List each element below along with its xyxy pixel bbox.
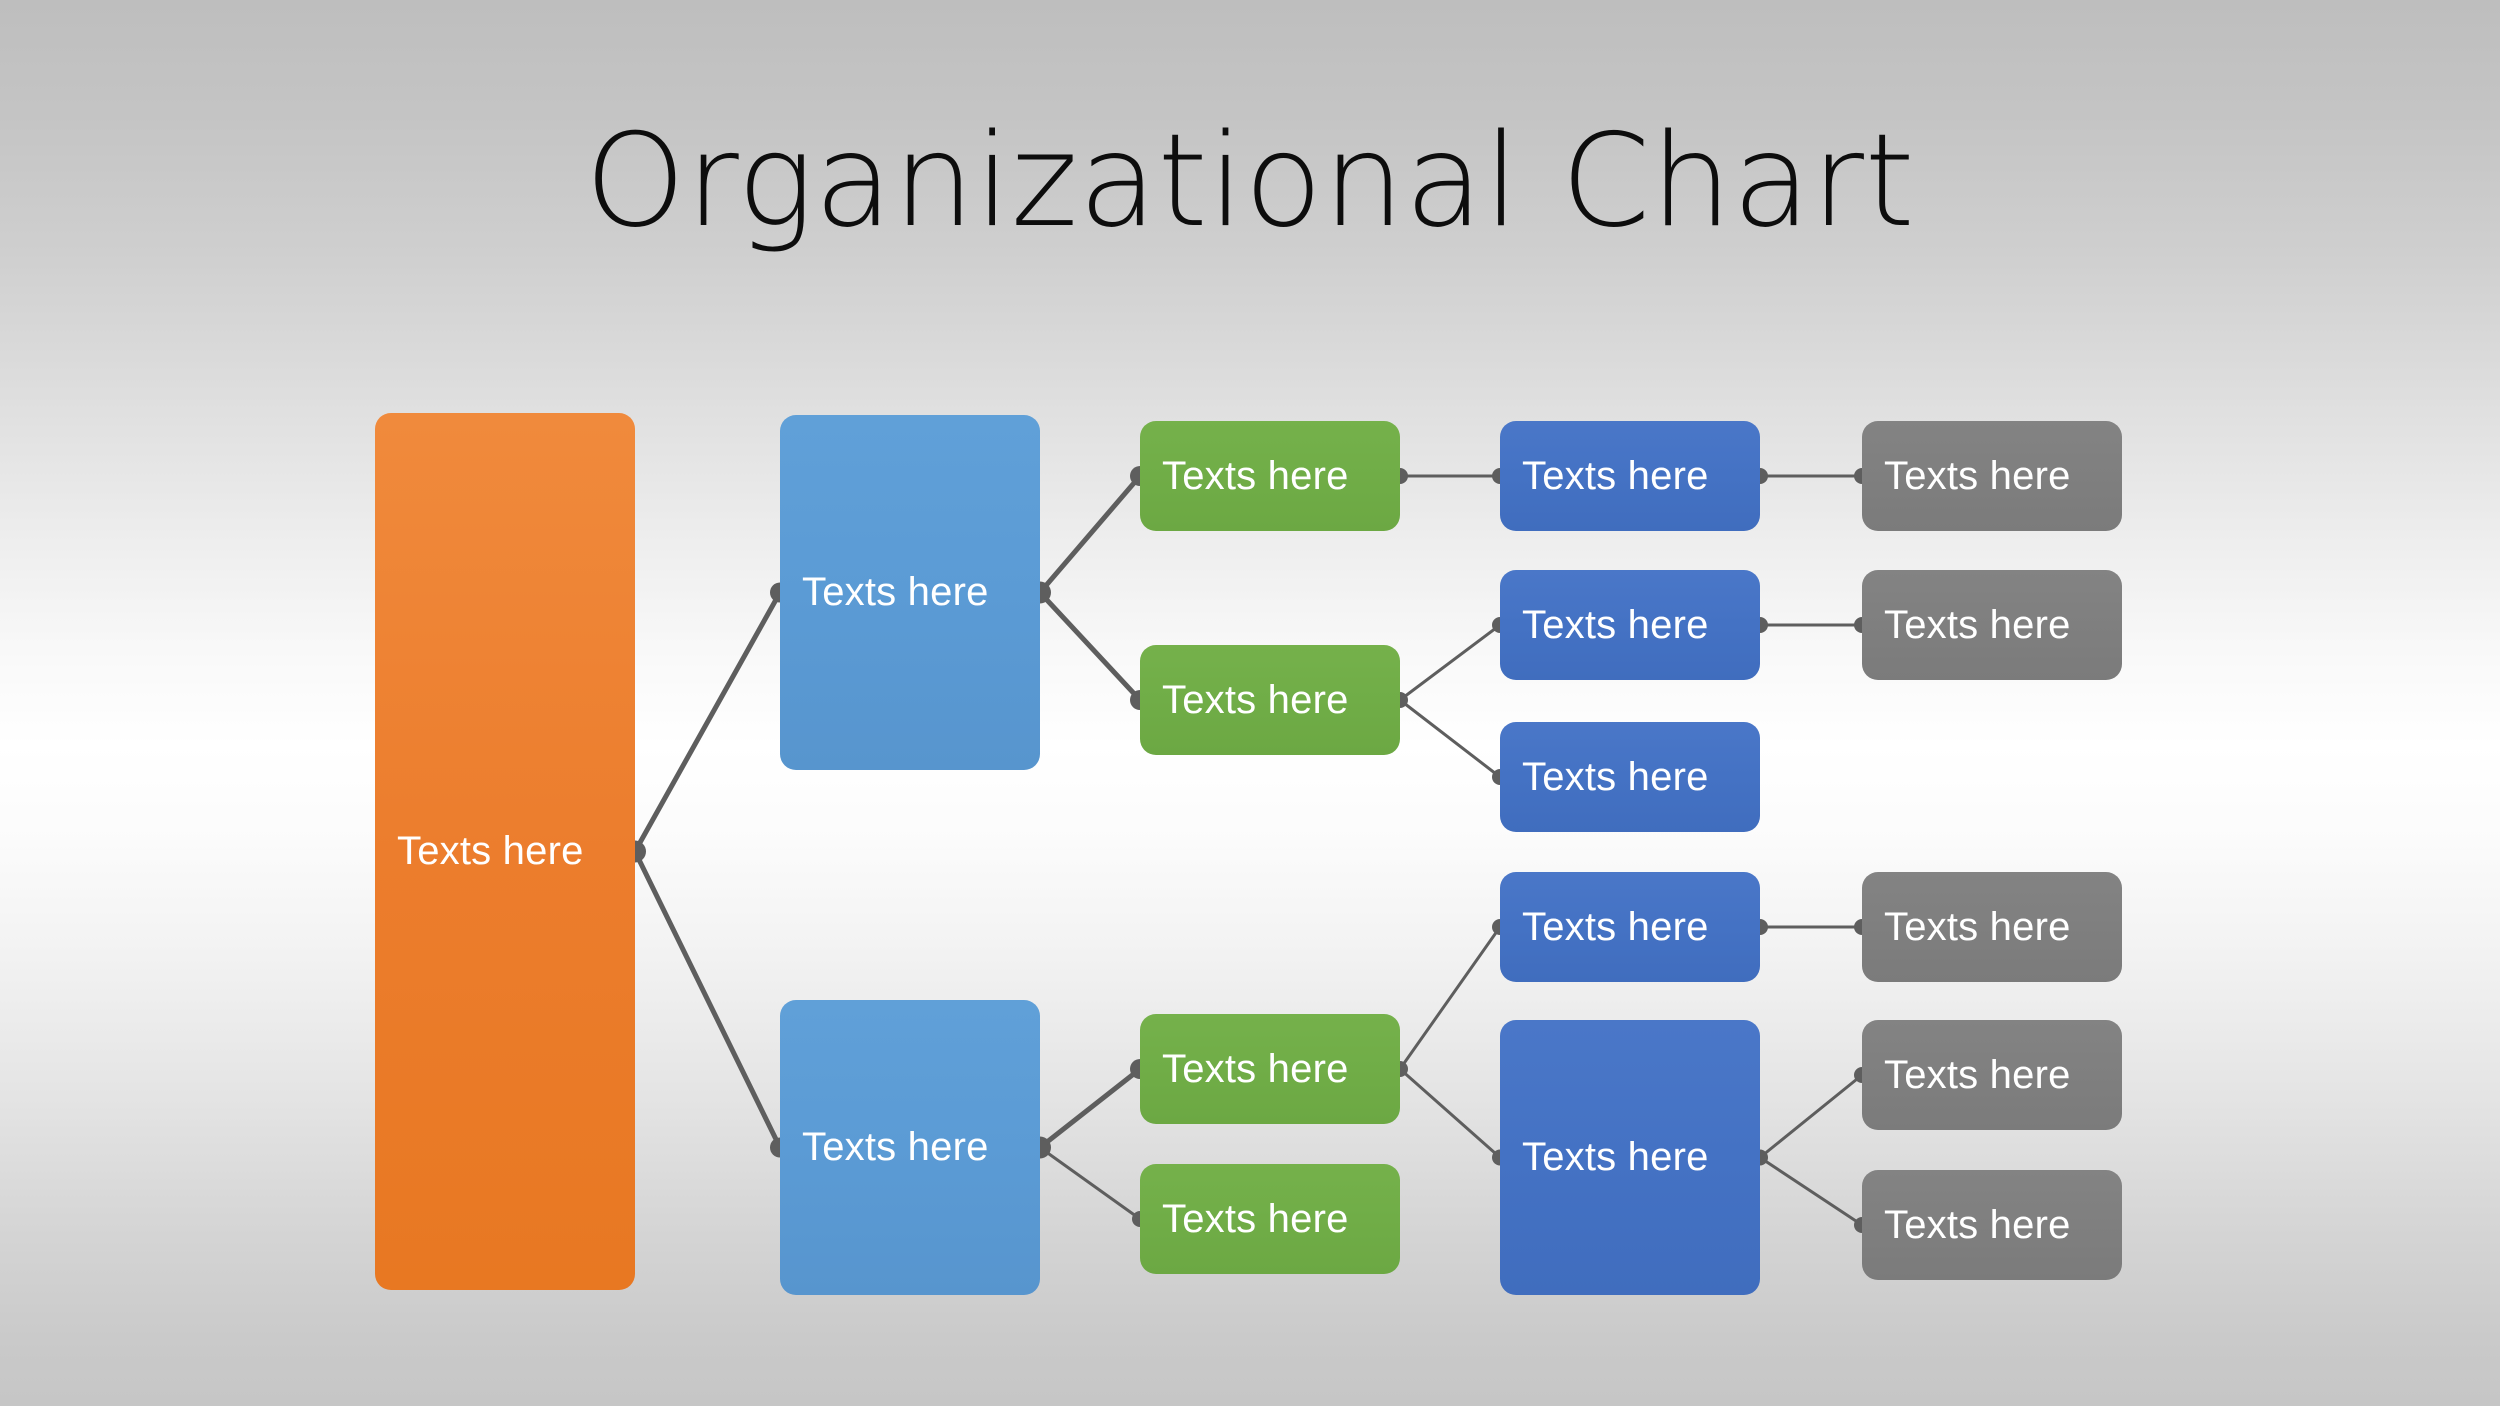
org-node-label: Texts here [1884, 904, 2071, 949]
connector-line [632, 590, 783, 854]
connector-line [1037, 590, 1143, 703]
org-node-n6[interactable]: Texts here [1140, 1164, 1400, 1274]
org-node-label: Texts here [1884, 453, 2071, 498]
org-node-n0[interactable]: Texts here [375, 413, 635, 1290]
page-title: Organizational Chart [584, 107, 1916, 256]
org-node-n1[interactable]: Texts here [780, 415, 1040, 770]
org-node-label: Texts here [1884, 602, 2071, 647]
org-node-label: Texts here [1522, 1135, 1709, 1179]
connector-line [1037, 1066, 1143, 1150]
org-node-n10[interactable]: Texts here [1500, 872, 1760, 982]
org-node-label: Texts here [1162, 453, 1349, 498]
connector-line [1758, 1156, 1864, 1227]
connector-line [632, 849, 783, 1150]
org-node-label: Texts here [1884, 1202, 2071, 1247]
org-node-n7[interactable]: Texts here [1500, 421, 1760, 531]
org-node-n16[interactable]: Texts here [1862, 1170, 2122, 1280]
org-node-label: Texts here [802, 1125, 989, 1169]
connector-line [1037, 473, 1143, 595]
org-node-n14[interactable]: Texts here [1862, 872, 2122, 982]
org-node-label: Texts here [1162, 1196, 1349, 1241]
org-node-n2[interactable]: Texts here [780, 1000, 1040, 1295]
org-node-label: Texts here [397, 829, 584, 873]
org-node-label: Texts here [802, 570, 989, 614]
org-node-n3[interactable]: Texts here [1140, 421, 1400, 531]
org-node-label: Texts here [1162, 677, 1349, 722]
org-node-n5[interactable]: Texts here [1140, 1014, 1400, 1124]
org-node-n11[interactable]: Texts here [1500, 1020, 1760, 1295]
connector-line [1038, 1146, 1142, 1221]
org-node-n4[interactable]: Texts here [1140, 645, 1400, 755]
org-node-n12[interactable]: Texts here [1862, 421, 2122, 531]
org-node-n8[interactable]: Texts here [1500, 570, 1760, 680]
org-node-n9[interactable]: Texts here [1500, 722, 1760, 832]
organizational-chart: Organizational Chart Texts here Texts her… [0, 0, 2500, 1406]
org-node-label: Texts here [1162, 1046, 1349, 1091]
org-node-n13[interactable]: Texts here [1862, 570, 2122, 680]
org-node-label: Texts here [1522, 754, 1709, 799]
connector-line [1398, 925, 1502, 1071]
org-node-label: Texts here [1522, 453, 1709, 498]
org-node-label: Texts here [1884, 1052, 2071, 1097]
org-node-n15[interactable]: Texts here [1862, 1020, 2122, 1130]
org-node-label: Texts here [1522, 904, 1709, 949]
connector-line [1398, 1067, 1502, 1159]
connector-line [1398, 623, 1502, 702]
org-node-label: Texts here [1522, 602, 1709, 647]
connector-line [1758, 1073, 1864, 1159]
connector-line [1398, 698, 1502, 779]
